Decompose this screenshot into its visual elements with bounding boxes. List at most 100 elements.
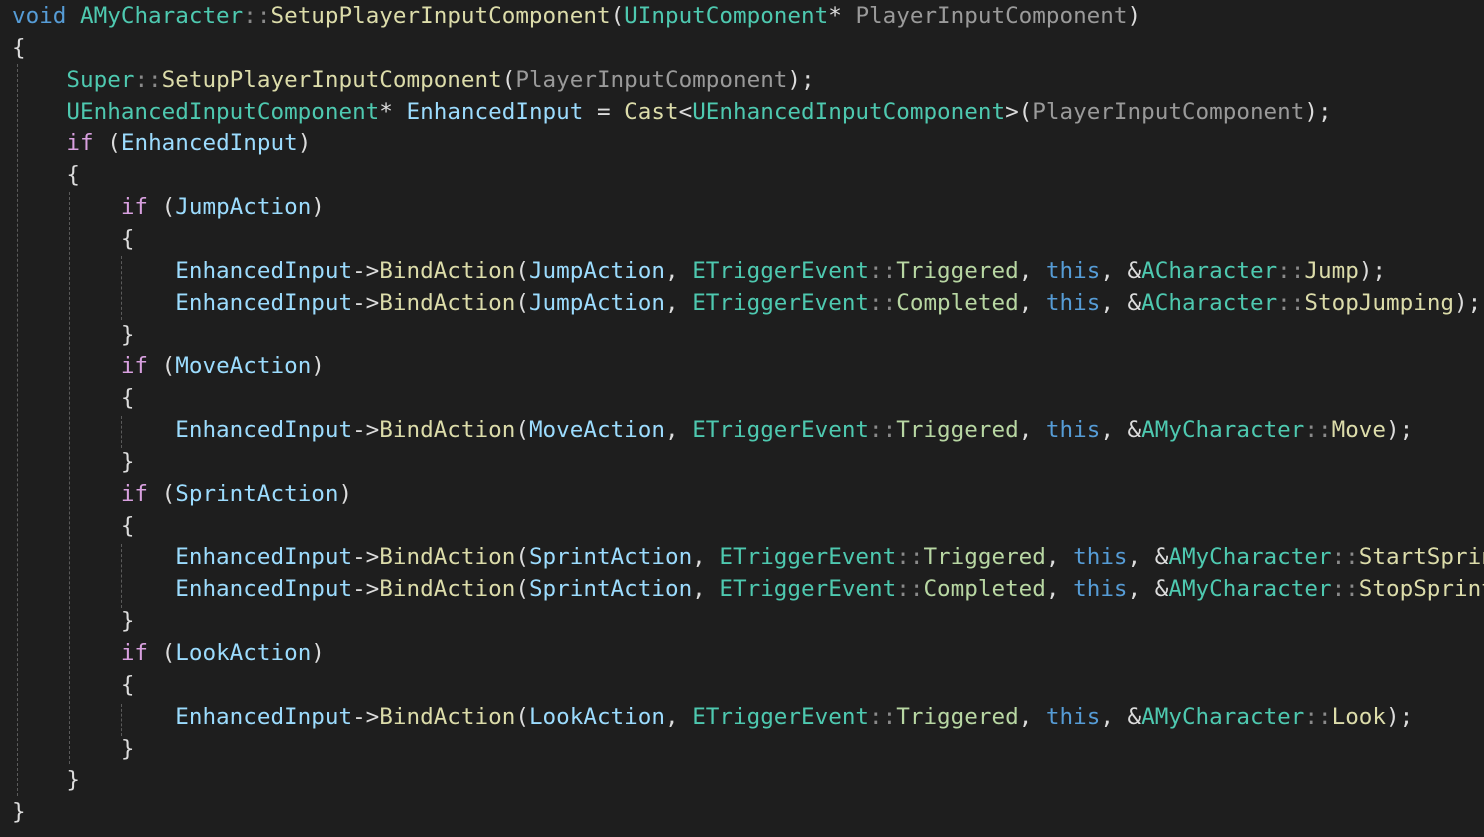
code-token: ETriggerEvent (692, 257, 870, 284)
code-line[interactable]: EnhancedInput->BindAction(SprintAction , … (12, 573, 1484, 605)
code-line[interactable]: if (SprintAction) (12, 478, 352, 510)
code-token: EnhancedInput (406, 98, 584, 125)
code-line[interactable]: EnhancedInput->BindAction(SprintAction , … (12, 541, 1484, 573)
code-token: , (664, 289, 693, 316)
code-token: ETriggerEvent (692, 289, 870, 316)
code-token: :: (1331, 544, 1359, 571)
code-line[interactable]: { (12, 510, 135, 542)
code-line[interactable]: } (12, 319, 135, 351)
code-line[interactable]: if (JumpAction) (12, 191, 325, 223)
code-token: ); (1386, 417, 1414, 444)
code-token: ); (1386, 703, 1414, 730)
code-token: ); (1304, 98, 1332, 125)
code-token: :: (896, 576, 924, 603)
code-line[interactable]: { (12, 223, 135, 255)
code-token: ) (311, 640, 325, 666)
code-token: AMyCharacter (1141, 703, 1305, 730)
code-token: < (678, 98, 693, 125)
code-token: AMyCharacter (1141, 417, 1305, 444)
code-token: BindAction (379, 544, 516, 571)
code-token: ETriggerEvent (719, 544, 897, 571)
code-token: ); (787, 66, 815, 93)
code-token: :: (1331, 576, 1359, 603)
code-token: BindAction (379, 576, 516, 603)
code-line[interactable]: } (12, 733, 135, 765)
code-token: Triggered (923, 544, 1046, 571)
code-token: -> (352, 289, 380, 316)
code-line[interactable]: EnhancedInput->BindAction(LookAction, ET… (12, 701, 1413, 733)
code-line[interactable]: EnhancedInput->BindAction(MoveAction, ET… (12, 414, 1413, 446)
code-token: BindAction (379, 417, 516, 444)
code-line[interactable]: { (12, 159, 80, 191)
code-line[interactable]: } (12, 796, 26, 828)
code-token: Completed (896, 289, 1019, 316)
code-line[interactable]: } (12, 605, 135, 637)
code-token: JumpAction (528, 289, 665, 316)
code-token: EnhancedInput (120, 130, 298, 157)
code-token: } (12, 448, 135, 475)
code-line[interactable]: } (12, 764, 80, 796)
code-token: ( (610, 3, 625, 29)
code-token: LookAction (528, 703, 665, 730)
code-token: { (12, 225, 135, 252)
code-token: SprintAction (175, 480, 339, 507)
code-token: Move (1331, 417, 1387, 444)
code-token: } (12, 608, 135, 635)
code-token: MoveAction (175, 353, 312, 380)
code-token: ) (311, 194, 325, 221)
code-line[interactable]: if (LookAction) (12, 637, 325, 669)
code-token: MoveAction (528, 417, 665, 444)
code-token: ( (148, 640, 176, 666)
code-line[interactable]: } (12, 446, 135, 478)
code-token: ACharacter (1141, 257, 1278, 284)
code-token: } (12, 321, 135, 348)
code-line[interactable]: { (12, 32, 26, 64)
code-token: ETriggerEvent (692, 703, 870, 730)
code-line[interactable]: UEnhancedInputComponent* EnhancedInput =… (12, 96, 1332, 128)
code-editor[interactable]: void AMyCharacter::SetupPlayerInputCompo… (0, 0, 1484, 837)
code-line[interactable]: { (12, 382, 135, 414)
code-token: this (1045, 289, 1101, 316)
code-token: if (120, 640, 149, 666)
code-line[interactable]: EnhancedInput->BindAction(JumpAction, ET… (12, 255, 1386, 287)
code-token: :: (869, 703, 897, 730)
code-line[interactable]: { (12, 669, 135, 701)
code-token: -> (352, 544, 380, 571)
code-line[interactable]: if (MoveAction) (12, 350, 325, 382)
code-token: ); (1454, 289, 1482, 316)
code-token: { (12, 671, 135, 698)
code-token: ( (515, 417, 529, 444)
code-token: JumpAction (528, 257, 665, 284)
code-token: :: (243, 3, 271, 29)
code-token: ETriggerEvent (719, 576, 897, 603)
code-token: Triggered (896, 703, 1019, 730)
code-token: :: (1304, 417, 1332, 444)
code-token: UInputComponent (624, 3, 829, 29)
code-token: JumpAction (175, 194, 312, 221)
code-token: UEnhancedInputComponent (66, 98, 380, 125)
code-token: ); (1358, 257, 1387, 284)
code-line[interactable]: void AMyCharacter::SetupPlayerInputCompo… (12, 0, 1141, 32)
code-token: } (12, 767, 81, 794)
code-token: ( (515, 544, 529, 571)
code-token: ( (515, 257, 529, 284)
code-token: SetupPlayerInputComponent (270, 3, 611, 29)
code-token: SetupPlayerInputComponent (161, 66, 502, 93)
code-token: void (12, 3, 67, 29)
code-token: StartSprint (1358, 544, 1484, 571)
code-token: ACharacter (1141, 289, 1278, 316)
code-token: EnhancedInput (175, 576, 353, 603)
code-line[interactable]: Super::SetupPlayerInputComponent(PlayerI… (12, 64, 815, 96)
code-token: , & (1127, 544, 1169, 571)
code-token: :: (869, 257, 897, 284)
code-line[interactable]: if (EnhancedInput) (12, 127, 311, 159)
code-token: ( (501, 66, 516, 93)
code-token: PlayerInputComponent (855, 3, 1128, 29)
code-token: if (120, 480, 149, 507)
code-line[interactable]: EnhancedInput->BindAction(JumpAction, ET… (12, 287, 1481, 319)
code-token: = (583, 98, 625, 125)
